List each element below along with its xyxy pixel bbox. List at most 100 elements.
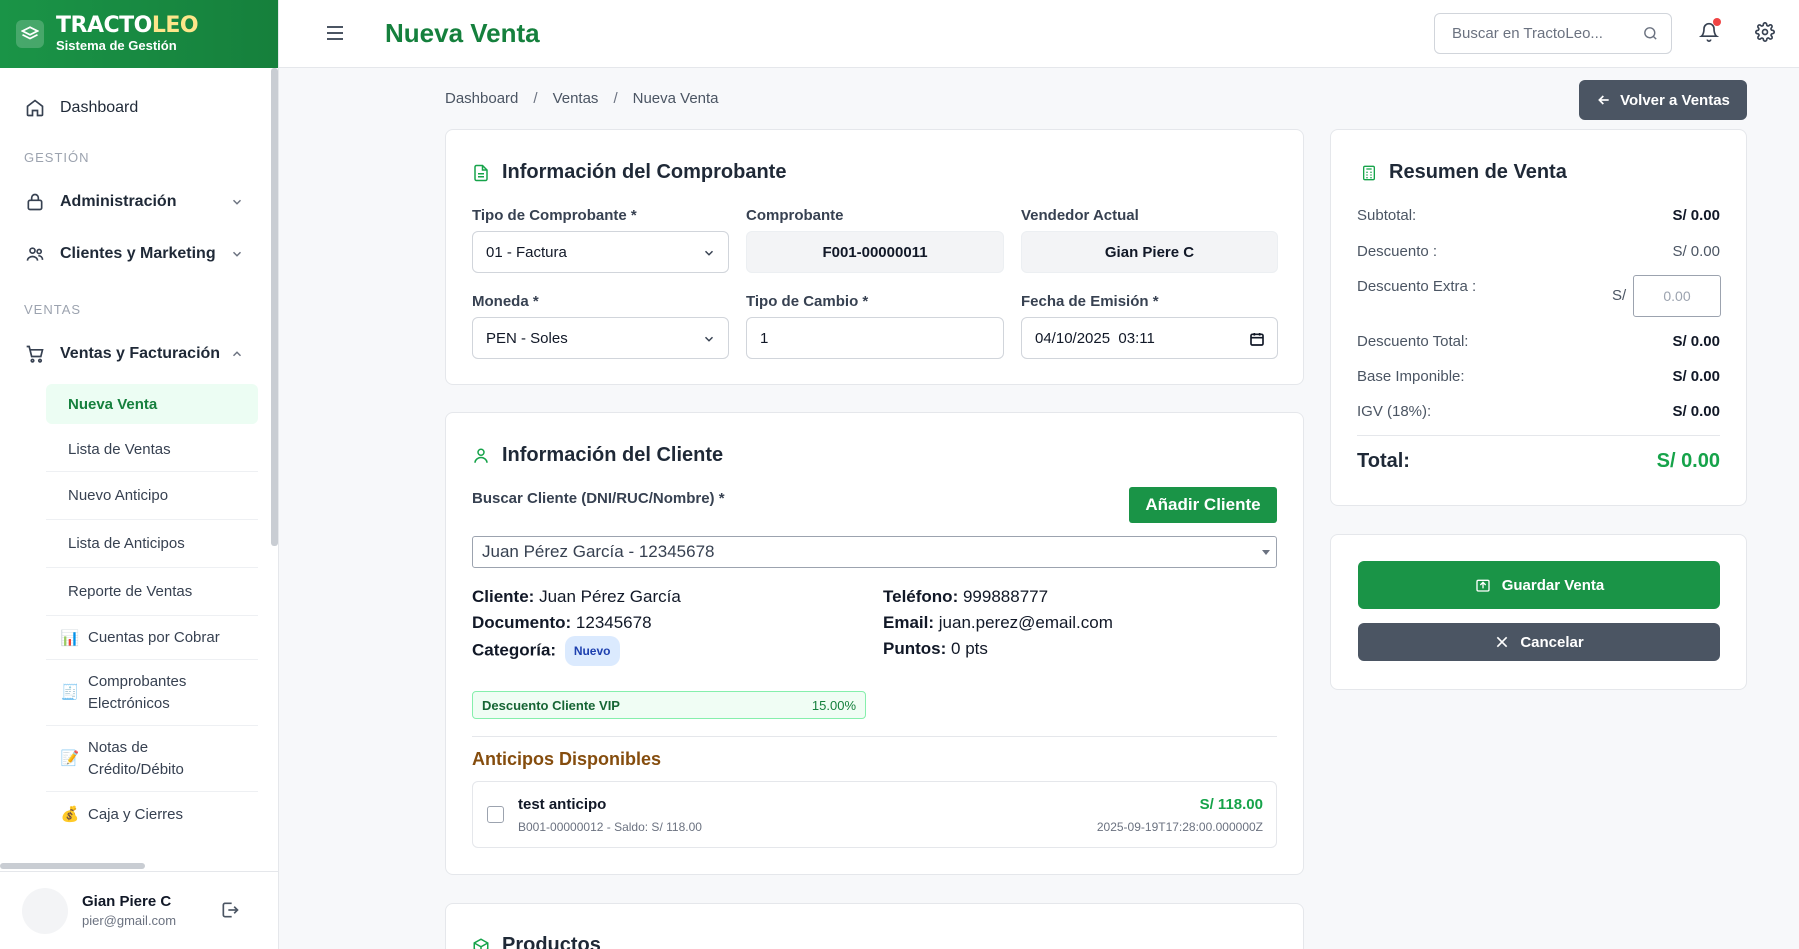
productos-card: Productos — [445, 903, 1304, 949]
cliente-card: Información del Cliente Buscar Cliente (… — [445, 412, 1304, 875]
back-to-sales-button[interactable]: Volver a Ventas — [1579, 80, 1747, 120]
sidebar-horizontal-scrollbar[interactable] — [0, 863, 145, 869]
moneda-label: Moneda * — [472, 293, 539, 310]
chevron-down-icon — [232, 251, 242, 257]
section-label-gestion: GESTIÓN — [24, 149, 90, 165]
notification-dot — [1713, 18, 1721, 26]
chevron-down-icon — [704, 336, 714, 342]
home-icon — [24, 97, 46, 119]
sidebar-item-nueva-venta[interactable]: Nueva Venta — [46, 384, 258, 424]
memo-icon: 📝 — [60, 749, 80, 767]
upload-icon — [1476, 579, 1490, 592]
sidebar-item-label: Lista de Ventas — [68, 441, 171, 458]
breadcrumb-ventas[interactable]: Ventas — [553, 90, 599, 107]
sidebar-item-caja-cierres[interactable]: 💰 Caja y Cierres — [46, 792, 258, 836]
vip-discount-badge: Descuento Cliente VIP 15.00% — [472, 691, 866, 719]
search-icon[interactable] — [1642, 25, 1659, 42]
anticipo-item[interactable]: test anticipo B001-00000012 - Saldo: S/ … — [472, 781, 1277, 848]
breadcrumb-dashboard[interactable]: Dashboard — [445, 90, 518, 107]
sidebar-item-label: Clientes y Marketing — [60, 245, 216, 262]
add-client-button[interactable]: Añadir Cliente — [1129, 487, 1277, 523]
sidebar-item-lista-anticipos[interactable]: Lista de Anticipos — [46, 520, 258, 568]
anticipo-checkbox[interactable] — [487, 806, 504, 823]
buscar-cliente-label: Buscar Cliente (DNI/RUC/Nombre) * — [472, 490, 725, 507]
button-label: Volver a Ventas — [1620, 91, 1730, 109]
sidebar-item-lista-ventas[interactable]: Lista de Ventas — [46, 428, 258, 472]
tipo-comprobante-label: Tipo de Comprobante * — [472, 207, 637, 224]
calendar-icon[interactable] — [1249, 331, 1265, 347]
sidebar-item-label: Administración — [60, 193, 177, 210]
tipo-comprobante-select[interactable]: 01 - Factura — [472, 231, 729, 273]
vendedor-field: Gian Piere C — [1021, 231, 1278, 273]
sidebar-item-label: Caja y Cierres — [88, 805, 184, 823]
cancel-button[interactable]: Cancelar — [1358, 623, 1720, 661]
breadcrumb-separator: / — [533, 90, 538, 107]
chart-icon: 📊 — [60, 629, 80, 647]
search-placeholder: Buscar en TractoLeo... — [1452, 25, 1603, 42]
card-title: Productos — [472, 934, 601, 949]
receipt-icon: 🧾 — [60, 683, 80, 701]
sidebar: TRACTOLEO Sistema de Gestión Dashboard G… — [0, 0, 279, 949]
user-name: Gian Piere C — [82, 893, 172, 910]
descuento-total-row: Descuento Total: S/ 0.00 — [1357, 333, 1720, 350]
sidebar-item-label: Nueva Venta — [68, 395, 158, 413]
notifications-button[interactable] — [1698, 18, 1721, 48]
sidebar-item-reporte-ventas[interactable]: Reporte de Ventas — [46, 568, 258, 616]
anticipo-amount: S/ 118.00 — [1199, 796, 1263, 813]
sidebar-item-clientes-marketing[interactable]: Clientes y Marketing — [0, 232, 278, 276]
sidebar-item-label: Cuentas por Cobrar — [88, 629, 220, 646]
status-badge: Nuevo — [564, 636, 620, 666]
card-title: Información del Comprobante — [472, 161, 786, 184]
user-icon — [472, 446, 490, 466]
dropdown-arrow-icon — [1262, 550, 1270, 555]
subtotal-row: Subtotal: S/ 0.00 — [1357, 207, 1720, 224]
sidebar-item-administracion[interactable]: Administración — [0, 180, 278, 224]
sidebar-item-notas-credito[interactable]: 📝 Notas de Crédito/Débito — [46, 726, 258, 792]
chevron-down-icon — [232, 199, 242, 205]
sidebar-scrollbar[interactable] — [271, 68, 278, 546]
client-details-right: Teléfono: 999888777 Email: juan.perez@em… — [883, 587, 1113, 658]
user-profile: Gian Piere C pier@gmail.com — [0, 871, 279, 949]
brand-name: TRACTOLEO — [56, 13, 199, 38]
currency-symbol: S/ — [1612, 287, 1627, 304]
divider — [1357, 435, 1720, 436]
box-icon — [472, 936, 490, 949]
sidebar-item-label: Lista de Anticipos — [68, 535, 185, 552]
brand-subtitle: Sistema de Gestión — [56, 38, 177, 53]
avatar[interactable] — [22, 887, 68, 934]
moneda-select[interactable]: PEN - Soles — [472, 317, 729, 359]
fecha-emision-input[interactable]: 04/10/2025 03:11 — [1021, 317, 1278, 359]
total-row: Total: S/ 0.00 — [1357, 450, 1720, 472]
client-details-left: Cliente: Juan Pérez García Documento: 12… — [472, 584, 681, 666]
sidebar-item-cuentas-cobrar[interactable]: 📊 Cuentas por Cobrar — [46, 616, 258, 660]
logout-icon[interactable] — [220, 900, 240, 920]
sidebar-item-comprobantes[interactable]: 🧾 Comprobantes Electrónicos — [46, 660, 258, 726]
base-imponible-row: Base Imponible: S/ 0.00 — [1357, 368, 1720, 385]
close-icon — [1497, 636, 1508, 648]
search-input[interactable]: Buscar en TractoLeo... — [1434, 13, 1672, 54]
gear-icon[interactable] — [1755, 22, 1775, 42]
anticipo-date: 2025-09-19T17:28:00.000000Z — [1096, 820, 1263, 834]
comprobante-label: Comprobante — [746, 207, 844, 224]
tipo-cambio-input[interactable]: 1 — [746, 317, 1004, 359]
sidebar-item-label: Reporte de Ventas — [68, 583, 193, 600]
anticipo-meta: B001-00000012 - Saldo: S/ 118.00 — [518, 820, 702, 834]
descuento-row: Descuento : S/ 0.00 — [1357, 243, 1720, 260]
anticipo-name: test anticipo — [518, 796, 607, 813]
sidebar-item-nuevo-anticipo[interactable]: Nuevo Anticipo — [46, 472, 258, 520]
sidebar-nav: Dashboard GESTIÓN Administración Cliente… — [0, 68, 278, 836]
card-title: Información del Cliente — [472, 444, 723, 467]
layers-icon — [16, 20, 44, 48]
comprobante-card: Información del Comprobante Tipo de Comp… — [445, 129, 1304, 385]
client-search-select[interactable]: Juan Pérez García - 12345678 — [472, 536, 1277, 568]
cart-icon — [24, 343, 46, 365]
menu-icon[interactable] — [325, 24, 345, 42]
descuento-extra-input[interactable]: 0.00 — [1633, 275, 1721, 317]
sidebar-item-label: Nuevo Anticipo — [68, 487, 169, 504]
sidebar-item-label: Ventas y Facturación — [60, 345, 221, 362]
brand-header[interactable]: TRACTOLEO Sistema de Gestión — [0, 0, 278, 68]
save-sale-button[interactable]: Guardar Venta — [1358, 561, 1720, 609]
sidebar-item-dashboard[interactable]: Dashboard — [0, 86, 278, 130]
vendedor-label: Vendedor Actual — [1021, 207, 1139, 224]
sidebar-item-ventas-facturacion[interactable]: Ventas y Facturación — [0, 332, 278, 376]
